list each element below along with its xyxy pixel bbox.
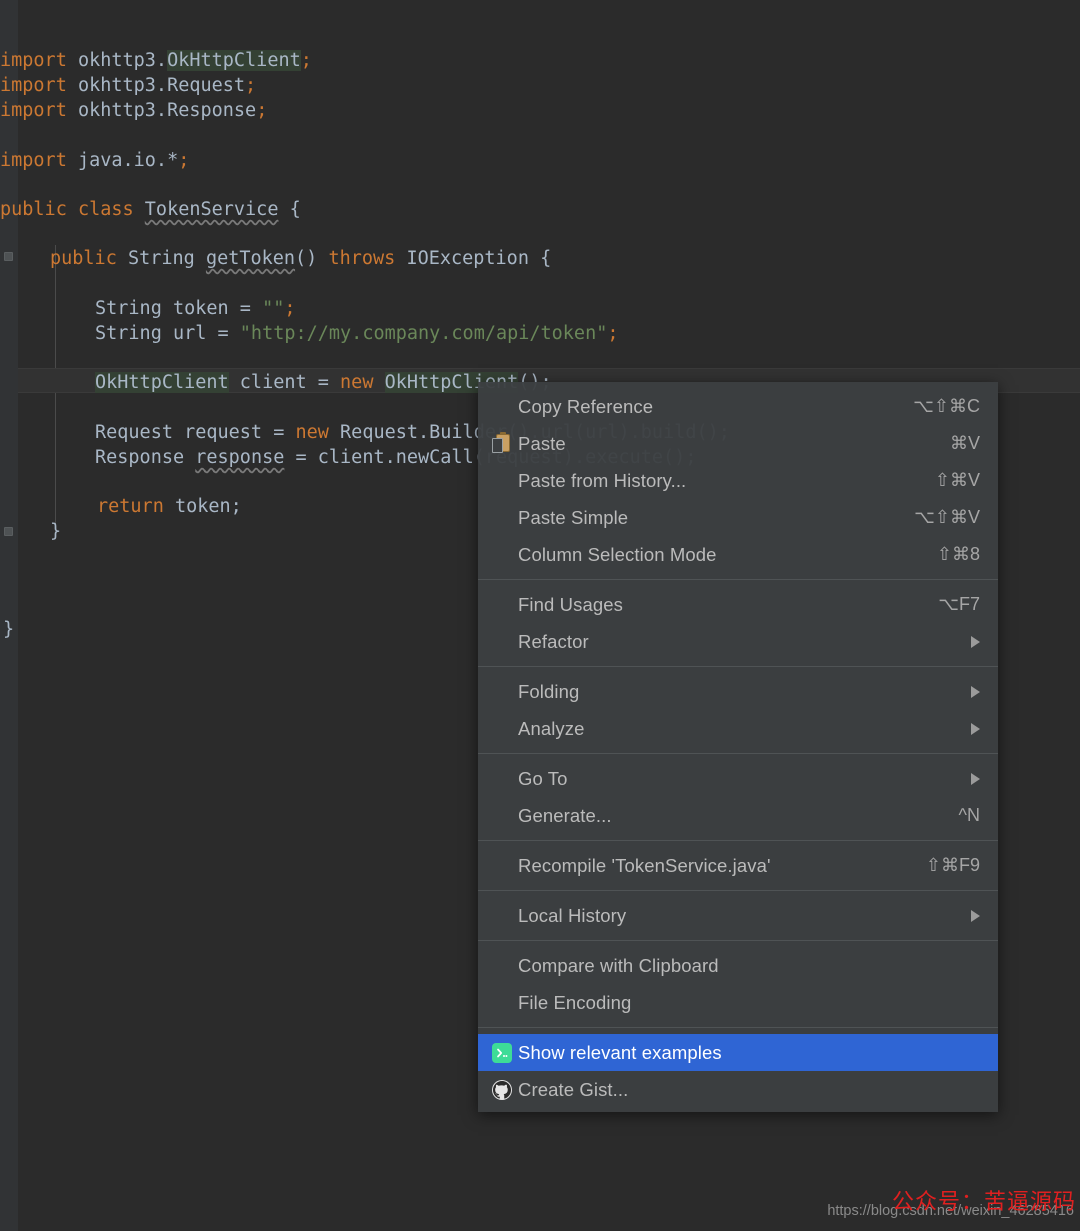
menu-group: Show relevant examples Create Gist...	[478, 1034, 998, 1108]
menu-item-icon-slot	[492, 543, 518, 567]
menu-item-go-to[interactable]: Go To	[478, 760, 998, 797]
menu-item-label: Refactor	[518, 630, 589, 652]
menu-item-label: Show relevant examples	[518, 1041, 722, 1063]
menu-item-create-gist[interactable]: Create Gist...	[478, 1071, 998, 1108]
code-line: }	[50, 521, 62, 542]
menu-group: Find Usages ⌥F7 Refactor	[478, 586, 998, 660]
menu-item-label: Recompile 'TokenService.java'	[518, 854, 771, 876]
menu-item-shortcut: ⌥⇧⌘C	[913, 396, 980, 416]
menu-item-icon-slot	[492, 469, 518, 493]
menu-item-icon-slot	[492, 593, 518, 617]
menu-item-icon-slot	[492, 954, 518, 978]
submenu-arrow-icon	[971, 909, 980, 922]
menu-item-icon-slot	[492, 717, 518, 741]
menu-item-label: Compare with Clipboard	[518, 954, 719, 976]
code-line: return token;	[97, 496, 242, 517]
menu-group: Recompile 'TokenService.java' ⇧⌘F9	[478, 847, 998, 884]
menu-item-paste-simple[interactable]: Paste Simple ⌥⇧⌘V	[478, 499, 998, 536]
menu-separator	[478, 666, 998, 667]
code-line: import okhttp3.Response;	[0, 100, 268, 121]
code-line: import okhttp3.Request;	[0, 75, 257, 96]
menu-item-shortcut: ⇧⌘F9	[925, 855, 980, 875]
menu-item-icon-slot	[492, 854, 518, 878]
menu-group: Compare with Clipboard File Encoding	[478, 947, 998, 1021]
menu-item-icon-slot	[492, 395, 518, 419]
menu-item-copy-reference[interactable]: Copy Reference ⌥⇧⌘C	[478, 388, 998, 425]
code-content[interactable]: import okhttp3.OkHttpClient; import okht…	[0, 0, 1080, 640]
menu-group: Folding Analyze	[478, 673, 998, 747]
menu-item-label: Copy Reference	[518, 395, 654, 417]
menu-item-icon-slot	[492, 680, 518, 704]
menu-item-icon-slot	[492, 804, 518, 828]
menu-item-label: Generate...	[518, 804, 612, 826]
menu-item-label: Go To	[518, 767, 568, 789]
menu-item-shortcut: ⇧⌘V	[934, 470, 980, 490]
menu-item-file-encoding[interactable]: File Encoding	[478, 984, 998, 1021]
code-line: import okhttp3.OkHttpClient;	[0, 50, 312, 71]
menu-item-label: Paste	[518, 432, 566, 454]
menu-separator	[478, 753, 998, 754]
menu-group: Go To Generate... ^N	[478, 760, 998, 834]
menu-item-label: Column Selection Mode	[518, 543, 717, 565]
menu-item-label: Find Usages	[518, 593, 623, 615]
submenu-arrow-icon	[971, 685, 980, 698]
code-line: }	[3, 619, 15, 640]
menu-separator	[478, 579, 998, 580]
terminal-icon	[492, 1041, 518, 1065]
fold-marker[interactable]	[4, 527, 13, 536]
menu-item-compare-with-clipboard[interactable]: Compare with Clipboard	[478, 947, 998, 984]
menu-group: Copy Reference ⌥⇧⌘C Paste ⌘V Paste from Hist…	[478, 388, 998, 573]
menu-item-icon-slot	[492, 506, 518, 530]
menu-item-icon-slot	[492, 904, 518, 928]
code-line: import java.io.*;	[0, 150, 190, 171]
menu-item-shortcut: ⌘V	[949, 433, 980, 453]
menu-item-shortcut: ⌥⇧⌘V	[914, 507, 980, 527]
menu-item-icon-slot	[492, 991, 518, 1015]
menu-separator	[478, 840, 998, 841]
menu-item-label: Paste Simple	[518, 506, 629, 528]
menu-item-icon-slot	[492, 630, 518, 654]
menu-item-local-history[interactable]: Local History	[478, 897, 998, 934]
menu-item-column-selection-mode[interactable]: Column Selection Mode ⇧⌘8	[478, 536, 998, 573]
code-line: String token = "";	[95, 298, 296, 319]
submenu-arrow-icon	[971, 722, 980, 735]
menu-item-label: Local History	[518, 904, 627, 926]
clipboard-icon	[492, 432, 518, 456]
menu-item-paste-from-history[interactable]: Paste from History... ⇧⌘V	[478, 462, 998, 499]
menu-item-paste[interactable]: Paste ⌘V	[478, 425, 998, 462]
menu-item-icon-slot	[492, 767, 518, 791]
code-line: String url = "http://my.company.com/api/…	[95, 323, 619, 344]
menu-item-find-usages[interactable]: Find Usages ⌥F7	[478, 586, 998, 623]
menu-item-label: Paste from History...	[518, 469, 687, 491]
menu-item-analyze[interactable]: Analyze	[478, 710, 998, 747]
menu-item-label: Create Gist...	[518, 1078, 629, 1100]
menu-group: Local History	[478, 897, 998, 934]
submenu-arrow-icon	[971, 635, 980, 648]
menu-item-shortcut: ⇧⌘8	[936, 544, 980, 564]
menu-item-label: File Encoding	[518, 991, 632, 1013]
menu-item-refactor[interactable]: Refactor	[478, 623, 998, 660]
menu-item-generate[interactable]: Generate... ^N	[478, 797, 998, 834]
code-line: public String getToken() throws IOExcept…	[50, 248, 552, 269]
submenu-arrow-icon	[971, 772, 980, 785]
menu-separator	[478, 1027, 998, 1028]
watermark-overlay-text: 公众号：苦逼源码	[891, 1189, 1076, 1214]
code-line: public class TokenService {	[0, 199, 301, 220]
menu-separator	[478, 890, 998, 891]
menu-separator	[478, 940, 998, 941]
menu-item-shortcut: ⌥F7	[938, 594, 980, 614]
menu-item-recompile-tokenservice-java[interactable]: Recompile 'TokenService.java' ⇧⌘F9	[478, 847, 998, 884]
menu-item-shortcut: ^N	[958, 805, 980, 825]
editor-context-menu[interactable]: Copy Reference ⌥⇧⌘C Paste ⌘V Paste from Hist…	[478, 382, 998, 1112]
github-icon	[492, 1078, 518, 1102]
menu-item-label: Folding	[518, 680, 580, 702]
menu-item-folding[interactable]: Folding	[478, 673, 998, 710]
menu-item-label: Analyze	[518, 717, 585, 739]
menu-item-show-relevant-examples[interactable]: Show relevant examples	[478, 1034, 998, 1071]
